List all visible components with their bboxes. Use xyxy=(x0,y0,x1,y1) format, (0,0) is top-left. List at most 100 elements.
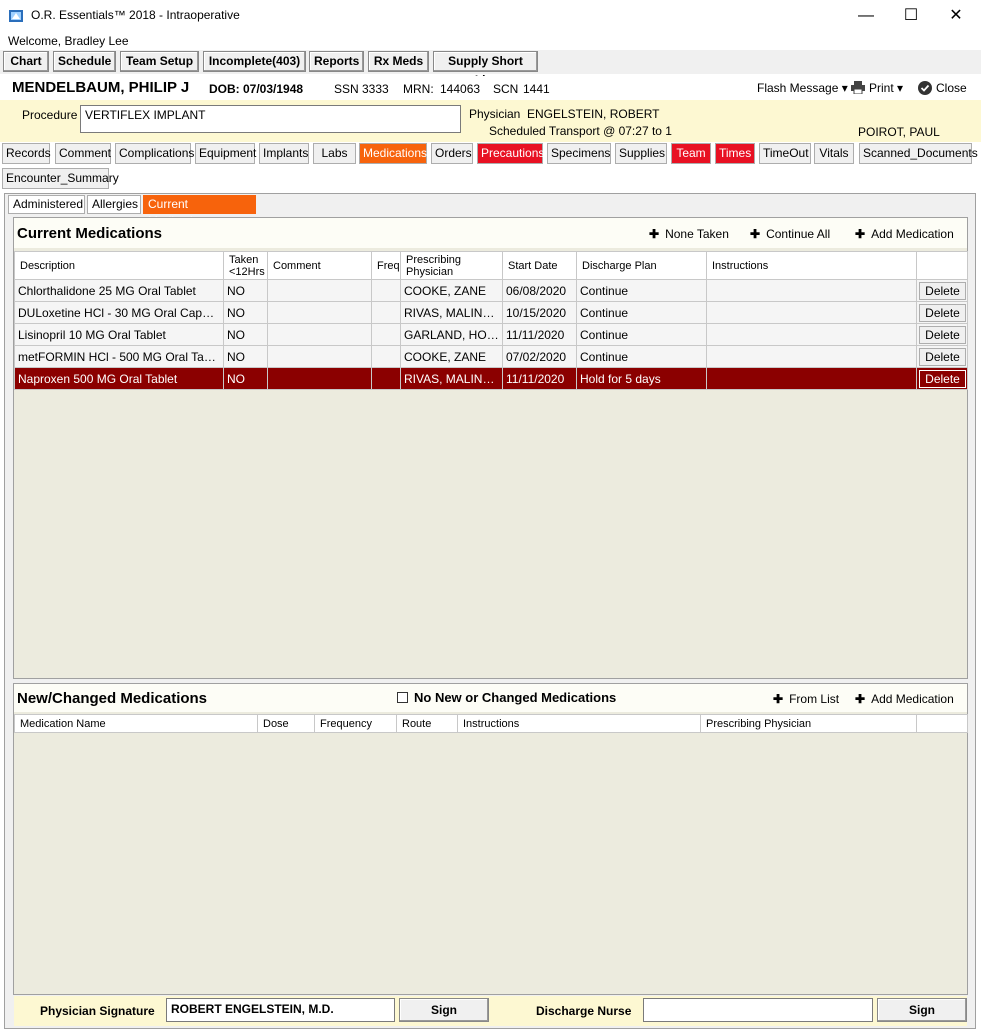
procedure-field[interactable]: VERTIFLEX IMPLANT xyxy=(80,105,461,133)
cell-instructions[interactable] xyxy=(706,279,917,302)
none-taken-button[interactable]: ✚ None Taken xyxy=(649,227,729,241)
tab-comment[interactable]: Comment xyxy=(55,143,111,164)
col-prescribing-physician[interactable]: Prescribing Physician xyxy=(400,251,503,280)
cell-discharge-plan[interactable]: Hold for 5 days xyxy=(576,367,707,390)
col-taken[interactable]: Taken <12Hrs xyxy=(223,251,268,280)
col-instructions[interactable]: Instructions xyxy=(706,251,917,280)
table-row-selected[interactable]: Naproxen 500 MG Oral Tablet NO RIVAS, MA… xyxy=(14,367,968,390)
tab-implants[interactable]: Implants xyxy=(259,143,309,164)
cell-instructions[interactable] xyxy=(706,367,917,390)
cell-start-date[interactable]: 10/15/2020 xyxy=(502,301,577,324)
cell-comment[interactable] xyxy=(267,301,372,324)
subtab-administered[interactable]: Administered xyxy=(8,195,85,214)
tab-records[interactable]: Records xyxy=(2,143,51,164)
chart-button[interactable]: Chart xyxy=(3,51,49,72)
tab-medications[interactable]: Medications xyxy=(359,143,427,164)
cell-physician[interactable]: GARLAND, HOLLY xyxy=(400,323,503,346)
cell-freq[interactable] xyxy=(371,279,401,302)
add-new-medication-button[interactable]: ✚ Add Medication xyxy=(855,692,954,706)
table-row[interactable]: metFORMIN HCl - 500 MG Oral Tablet NO CO… xyxy=(14,345,968,368)
cell-instructions[interactable] xyxy=(706,323,917,346)
tab-times[interactable]: Times xyxy=(715,143,755,164)
table-row[interactable]: Chlorthalidone 25 MG Oral Tablet NO COOK… xyxy=(14,279,968,302)
tab-labs[interactable]: Labs xyxy=(313,143,356,164)
table-row[interactable]: Lisinopril 10 MG Oral Tablet NO GARLAND,… xyxy=(14,323,968,346)
cell-freq[interactable] xyxy=(371,367,401,390)
col-freq[interactable]: Freq xyxy=(371,251,401,280)
cell-discharge-plan[interactable]: Continue xyxy=(576,301,707,324)
cell-start-date[interactable]: 07/02/2020 xyxy=(502,345,577,368)
tab-encounter-summary[interactable]: Encounter_Summary xyxy=(2,168,119,189)
maximize-button[interactable]: ☐ xyxy=(888,0,934,32)
no-changes-checkbox[interactable]: No New or Changed Medications xyxy=(397,690,616,705)
cell-taken[interactable]: NO xyxy=(223,345,268,368)
cell-description[interactable]: Naproxen 500 MG Oral Tablet xyxy=(14,367,224,390)
subtab-current-medications[interactable]: Current Medications xyxy=(143,195,256,228)
window-close-button[interactable]: ✕ xyxy=(933,0,979,32)
cell-comment[interactable] xyxy=(267,323,372,346)
cell-physician[interactable]: COOKE, ZANE xyxy=(400,279,503,302)
col-comment[interactable]: Comment xyxy=(267,251,372,280)
cell-taken[interactable]: NO xyxy=(223,301,268,324)
tab-supplies[interactable]: Supplies xyxy=(615,143,667,164)
cell-taken[interactable]: NO xyxy=(223,279,268,302)
cell-comment[interactable] xyxy=(267,345,372,368)
incomplete-button[interactable]: Incomplete(403) xyxy=(203,51,306,72)
cell-physician[interactable]: RIVAS, MALINDA xyxy=(400,367,503,390)
flash-message-dropdown[interactable]: Flash Message ▾ xyxy=(757,81,848,95)
cell-freq[interactable] xyxy=(371,323,401,346)
col-route[interactable]: Route xyxy=(396,714,458,733)
table-row[interactable]: DULoxetine HCl - 30 MG Oral Capsule D...… xyxy=(14,301,968,324)
col-new-instructions[interactable]: Instructions xyxy=(457,714,701,733)
cell-description[interactable]: Lisinopril 10 MG Oral Tablet xyxy=(14,323,224,346)
minimize-button[interactable]: — xyxy=(843,0,889,32)
print-dropdown[interactable]: Print ▾ xyxy=(869,81,903,95)
cell-discharge-plan[interactable]: Continue xyxy=(576,279,707,302)
cell-physician[interactable]: RIVAS, MALINDA xyxy=(400,301,503,324)
cell-instructions[interactable] xyxy=(706,301,917,324)
tab-precautions[interactable]: Precautions xyxy=(477,143,544,164)
tab-team[interactable]: Team xyxy=(671,143,711,164)
cell-description[interactable]: Chlorthalidone 25 MG Oral Tablet xyxy=(14,279,224,302)
col-dose[interactable]: Dose xyxy=(257,714,315,733)
cell-discharge-plan[interactable]: Continue xyxy=(576,345,707,368)
cell-comment[interactable] xyxy=(267,367,372,390)
cell-freq[interactable] xyxy=(371,301,401,324)
cell-start-date[interactable]: 11/11/2020 xyxy=(502,323,577,346)
tab-vitals[interactable]: Vitals xyxy=(814,143,854,164)
col-start-date[interactable]: Start Date xyxy=(502,251,577,280)
cell-description[interactable]: DULoxetine HCl - 30 MG Oral Capsule D... xyxy=(14,301,224,324)
cell-instructions[interactable] xyxy=(706,345,917,368)
add-medication-button[interactable]: ✚ Add Medication xyxy=(855,227,954,241)
col-description[interactable]: Description xyxy=(14,251,224,280)
team-setup-button[interactable]: Team Setup xyxy=(120,51,199,72)
col-discharge-plan[interactable]: Discharge Plan xyxy=(576,251,707,280)
cell-taken[interactable]: NO xyxy=(223,323,268,346)
cell-start-date[interactable]: 11/11/2020 xyxy=(502,367,577,390)
supply-short-list-button[interactable]: Supply Short List xyxy=(433,51,538,87)
tab-orders[interactable]: Orders xyxy=(431,143,473,164)
cell-taken[interactable]: NO xyxy=(223,367,268,390)
tab-scanned-documents[interactable]: Scanned_Documents xyxy=(859,143,978,164)
tab-complications[interactable]: Complications xyxy=(115,143,194,164)
tab-specimens[interactable]: Specimens xyxy=(547,143,611,164)
col-frequency[interactable]: Frequency xyxy=(314,714,397,733)
cell-physician[interactable]: COOKE, ZANE xyxy=(400,345,503,368)
cell-comment[interactable] xyxy=(267,279,372,302)
checkbox-icon[interactable] xyxy=(397,692,408,703)
tab-timeout[interactable]: TimeOut xyxy=(759,143,811,164)
cell-start-date[interactable]: 06/08/2020 xyxy=(502,279,577,302)
physician-sign-button[interactable]: Sign xyxy=(399,998,489,1022)
cell-freq[interactable] xyxy=(371,345,401,368)
from-list-button[interactable]: ✚ From List xyxy=(773,692,839,706)
close-button[interactable]: Close xyxy=(936,81,967,95)
delete-button[interactable]: Delete xyxy=(919,281,966,300)
tab-equipment[interactable]: Equipment xyxy=(195,143,256,164)
nurse-sign-button[interactable]: Sign xyxy=(877,998,967,1022)
delete-button[interactable]: Delete xyxy=(919,325,966,344)
discharge-nurse-field[interactable] xyxy=(643,998,873,1022)
delete-button[interactable]: Delete xyxy=(919,369,966,388)
schedule-button[interactable]: Schedule xyxy=(53,51,116,72)
reports-button[interactable]: Reports xyxy=(309,51,364,72)
physician-signature-field[interactable]: ROBERT ENGELSTEIN, M.D. xyxy=(166,998,395,1022)
